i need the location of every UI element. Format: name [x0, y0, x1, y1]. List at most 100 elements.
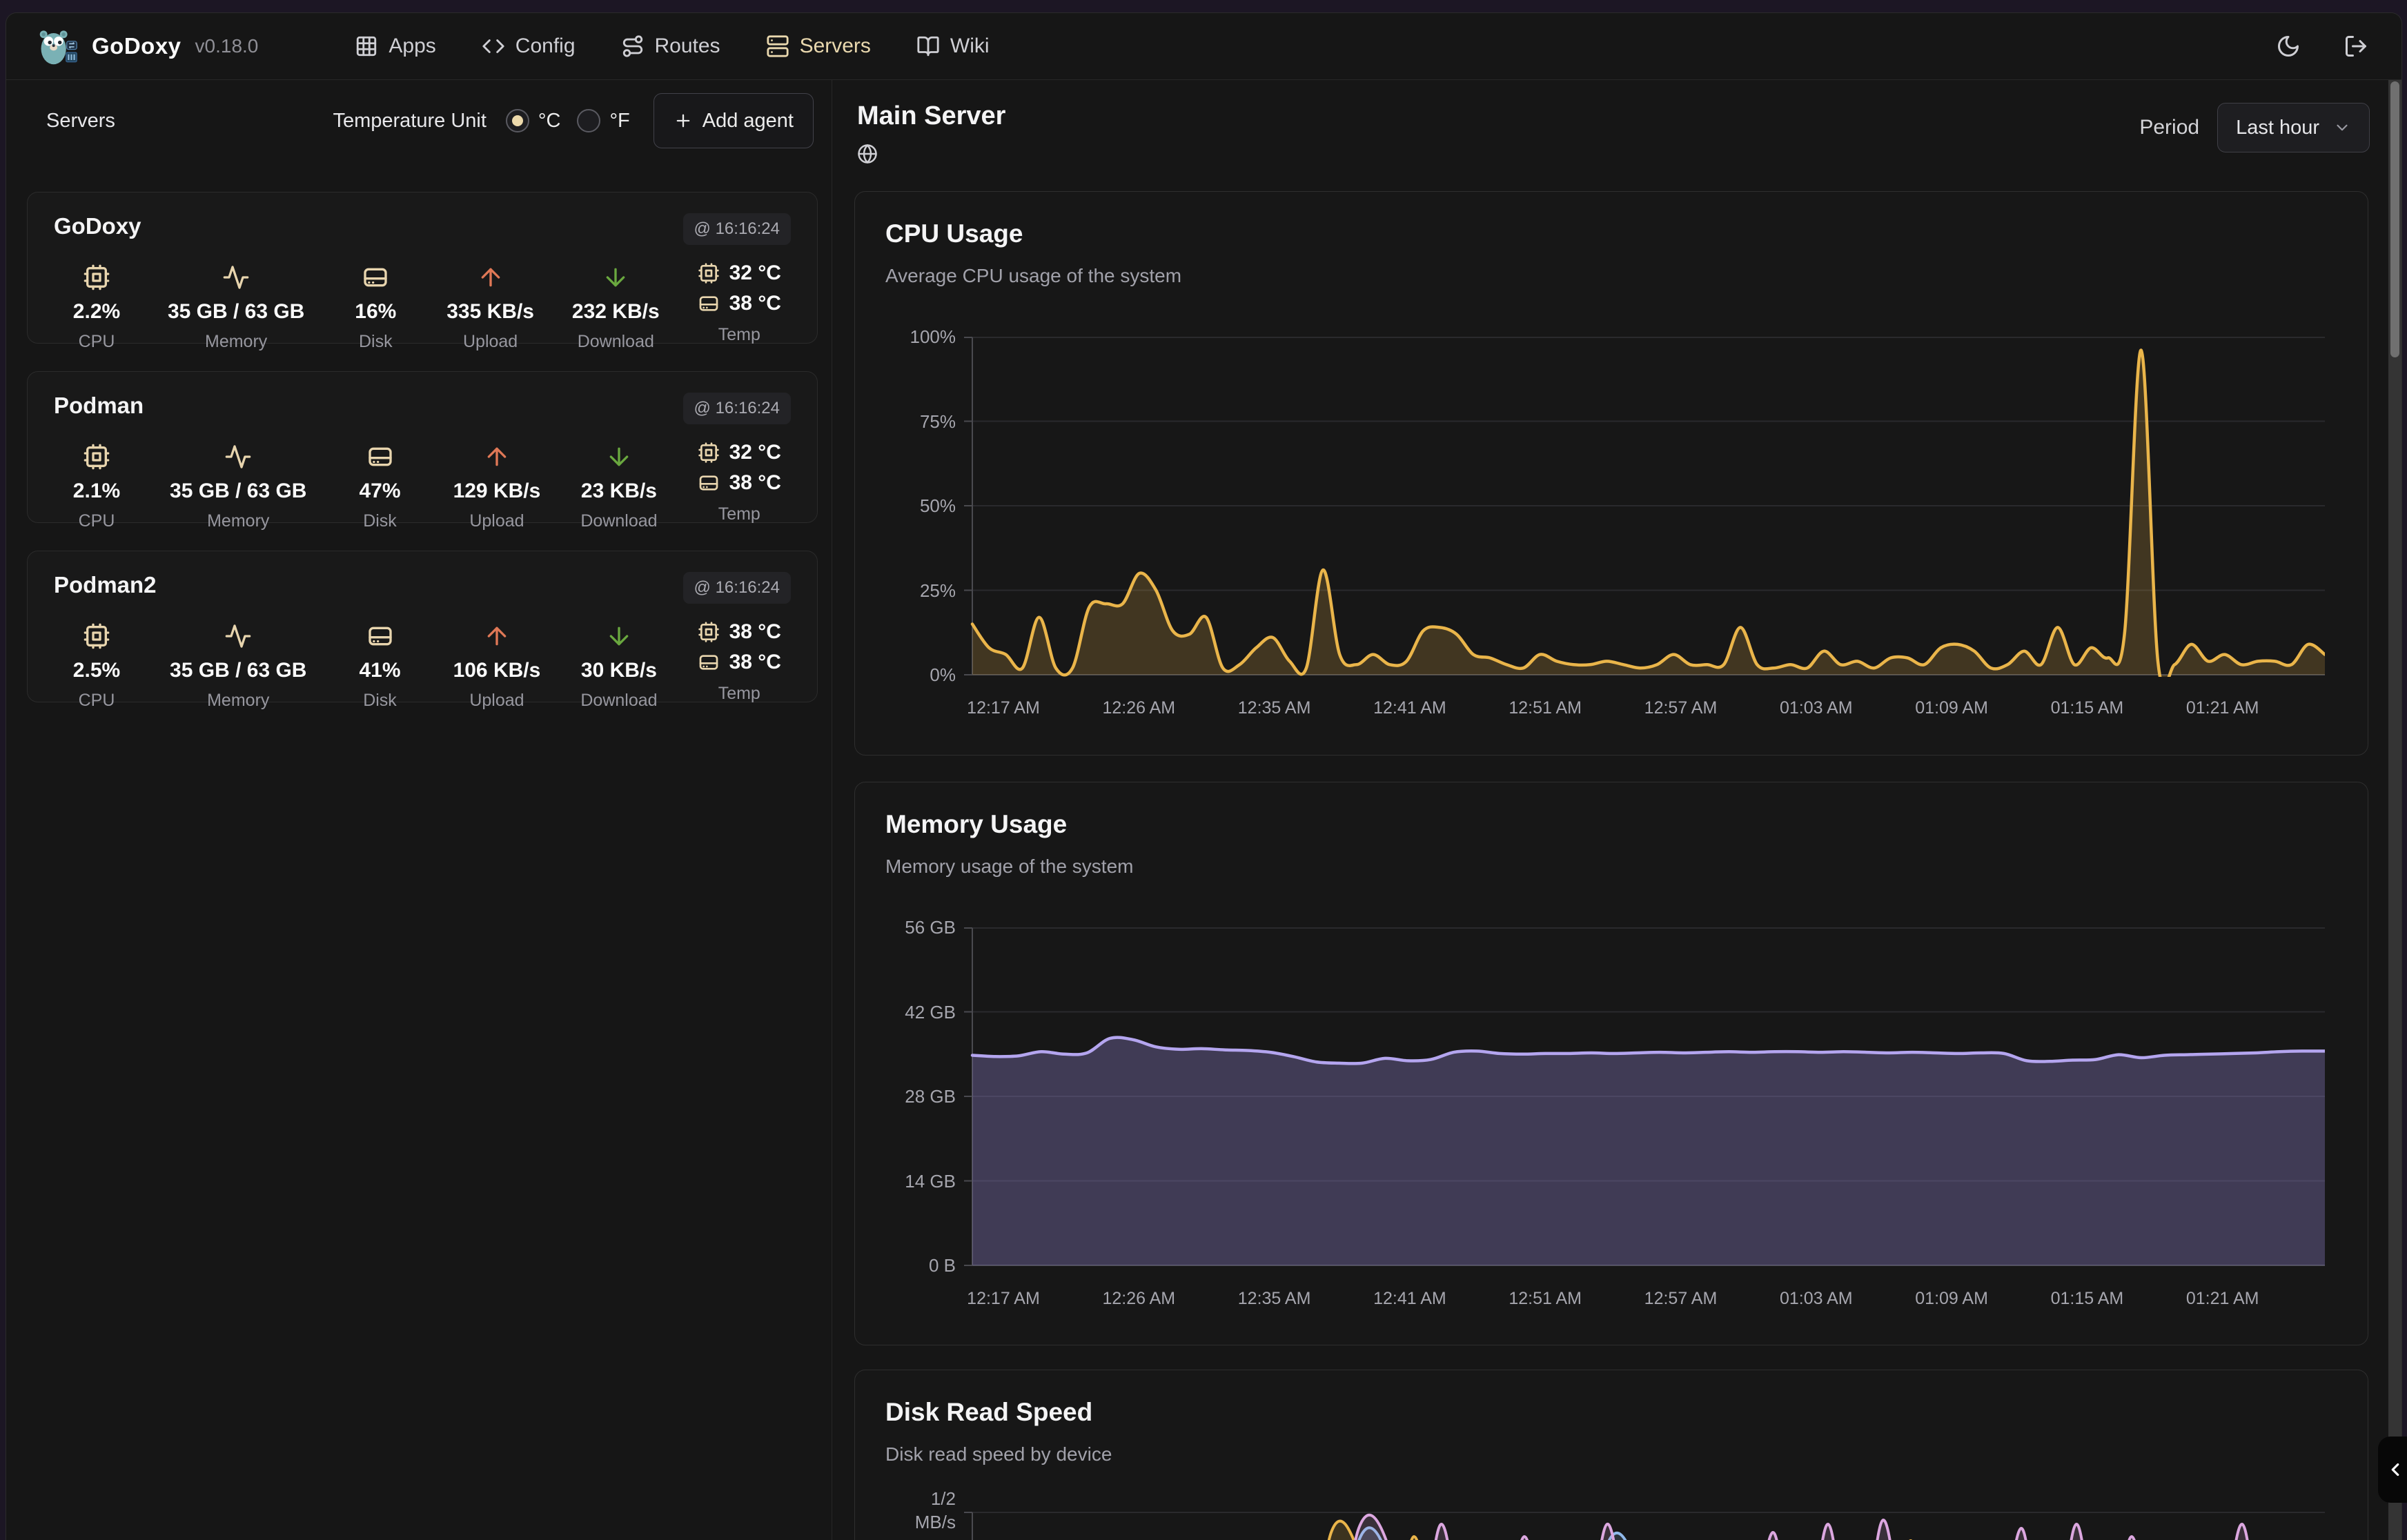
top-navbar: GoDoxy v0.18.0 Apps Config Routes — [6, 13, 2401, 80]
period-control: Period Last hour — [2139, 103, 2370, 152]
cpu-y-tick-label: 75% — [855, 410, 956, 433]
cpu-label: CPU — [79, 332, 115, 352]
globe-icon — [857, 144, 1005, 164]
memory-y-tick-label: 56 GB — [855, 916, 956, 939]
stat-upload: 129 KB/s Upload — [453, 441, 541, 531]
temp-unit-fahrenheit[interactable]: °F — [577, 109, 629, 132]
code-icon — [482, 34, 505, 58]
memory-x-tick-label: 01:09 AM — [1893, 1289, 2010, 1309]
disk-temp-icon — [698, 293, 720, 315]
memory-y-tick-label: 42 GB — [855, 1000, 956, 1024]
cpu-temp-row: 32 °C — [698, 441, 781, 464]
disk-temp-row: 38 °C — [698, 651, 781, 674]
drawer-toggle[interactable] — [2378, 1437, 2407, 1503]
disk-value: 47% — [359, 480, 400, 503]
cpu-x-tick-label: 12:26 AM — [1080, 698, 1197, 718]
server-card-podman2[interactable]: Podman2 @ 16:16:24 2.5% CPU 35 GB — [27, 551, 818, 702]
download-label: Download — [580, 691, 657, 711]
disk-temp-row: 38 °C — [698, 292, 781, 315]
plus-icon — [674, 111, 693, 130]
disk-plot — [964, 1512, 2325, 1540]
logout-button[interactable] — [2344, 34, 2368, 59]
temp-label: Temp — [718, 684, 760, 704]
cpu-chart-area: 100%75%50%25%0%12:17 AM12:26 AM12:35 AM1… — [855, 337, 2368, 751]
server-name: GoDoxy — [54, 213, 141, 239]
period-value: Last hour — [2236, 117, 2319, 139]
cpu-temp-value: 38 °C — [729, 620, 781, 644]
server-card-podman[interactable]: Podman @ 16:16:24 2.1% CPU 35 GB — [27, 371, 818, 523]
activity-icon — [224, 441, 252, 473]
disk-value: 41% — [359, 659, 400, 682]
nav-item-routes[interactable]: Routes — [621, 34, 720, 58]
stat-memory: 35 GB / 63 GB Memory — [170, 620, 306, 711]
cpu-x-tick-label: 01:15 AM — [2028, 698, 2145, 718]
upload-label: Upload — [463, 332, 518, 352]
theme-toggle-button[interactable] — [2276, 34, 2301, 59]
temperature-unit-label: Temperature Unit — [333, 110, 486, 132]
download-label: Download — [580, 511, 657, 531]
nav-item-config[interactable]: Config — [482, 34, 576, 58]
activity-icon — [224, 620, 252, 652]
download-value: 232 KB/s — [572, 300, 660, 324]
godoxy-dashboard: GoDoxy v0.18.0 Apps Config Routes — [0, 0, 2407, 1540]
cpu-y-tick-label: 25% — [855, 579, 956, 602]
server-stats: 2.5% CPU 35 GB / 63 GB Memory 41% — [54, 620, 791, 711]
stat-download: 23 KB/s Download — [580, 441, 657, 531]
nav-item-apps[interactable]: Apps — [355, 34, 435, 58]
arrow-up-icon — [483, 620, 511, 652]
memory-value: 35 GB / 63 GB — [170, 659, 306, 682]
chart-title: Disk Read Speed — [885, 1398, 1092, 1427]
memory-value: 35 GB / 63 GB — [168, 300, 304, 324]
godoxy-logo-icon — [38, 26, 78, 66]
nav-item-servers[interactable]: Servers — [766, 34, 871, 58]
server-card-godoxy[interactable]: GoDoxy @ 16:16:24 2.2% CPU 35 GB — [27, 192, 818, 344]
cpu-x-tick-label: 12:57 AM — [1622, 698, 1740, 718]
cpu-icon — [83, 620, 110, 652]
disk-temp-value: 38 °C — [729, 292, 781, 315]
brand[interactable]: GoDoxy v0.18.0 — [38, 26, 258, 66]
chart-subtitle: Average CPU usage of the system — [885, 265, 1181, 287]
stat-cpu: 2.1% CPU — [63, 441, 130, 531]
nav-items: Apps Config Routes Servers Wiki — [355, 34, 989, 58]
disk-temp-row: 38 °C — [698, 471, 781, 495]
cpu-temp-value: 32 °C — [729, 441, 781, 464]
cpu-temp-icon — [698, 442, 720, 464]
server-icon — [766, 34, 789, 58]
fahrenheit-label: °F — [609, 110, 629, 132]
cpu-label: CPU — [79, 691, 115, 711]
cpu-y-tick-label: 0% — [855, 663, 956, 687]
cpu-x-tick-label: 12:51 AM — [1486, 698, 1604, 718]
server-updated-badge: @ 16:16:24 — [683, 393, 791, 424]
server-name: Podman — [54, 393, 144, 419]
nav-label: Wiki — [950, 34, 990, 58]
arrow-up-icon — [477, 261, 504, 293]
card-header: GoDoxy @ 16:16:24 — [54, 213, 791, 245]
radio-celsius-icon[interactable] — [506, 109, 529, 132]
nav-item-wiki[interactable]: Wiki — [916, 34, 990, 58]
temperature-unit-radio-group: °C °F — [506, 109, 630, 132]
stat-download: 30 KB/s Download — [580, 620, 657, 711]
radio-fahrenheit-icon[interactable] — [577, 109, 600, 132]
sidebar-title: Servers — [46, 110, 115, 132]
page-title: Main Server — [857, 101, 1005, 131]
card-header: Podman2 @ 16:16:24 — [54, 572, 791, 604]
server-stats: 2.1% CPU 35 GB / 63 GB Memory 47% — [54, 441, 791, 531]
arrow-down-icon — [605, 620, 633, 652]
temp-unit-celsius[interactable]: °C — [506, 109, 561, 132]
hard-drive-icon — [366, 620, 394, 652]
scrollbar-thumb[interactable] — [2390, 81, 2399, 357]
memory-x-tick-label: 12:41 AM — [1351, 1289, 1468, 1309]
chevron-down-icon — [2333, 119, 2351, 137]
cpu-label: CPU — [79, 511, 115, 531]
sidebar-controls: Temperature Unit °C °F — [333, 93, 814, 148]
apps-grid-icon — [355, 34, 378, 58]
period-select[interactable]: Last hour — [2217, 103, 2370, 152]
nav-actions — [2276, 34, 2381, 59]
scrollbar-track — [2388, 80, 2401, 1540]
cpu-plot — [964, 337, 2325, 677]
disk-temp-value: 38 °C — [729, 471, 781, 495]
temp-label: Temp — [718, 504, 760, 524]
nav-label: Apps — [389, 34, 435, 58]
add-agent-button[interactable]: Add agent — [654, 93, 814, 148]
disk-temp-value: 38 °C — [729, 651, 781, 674]
